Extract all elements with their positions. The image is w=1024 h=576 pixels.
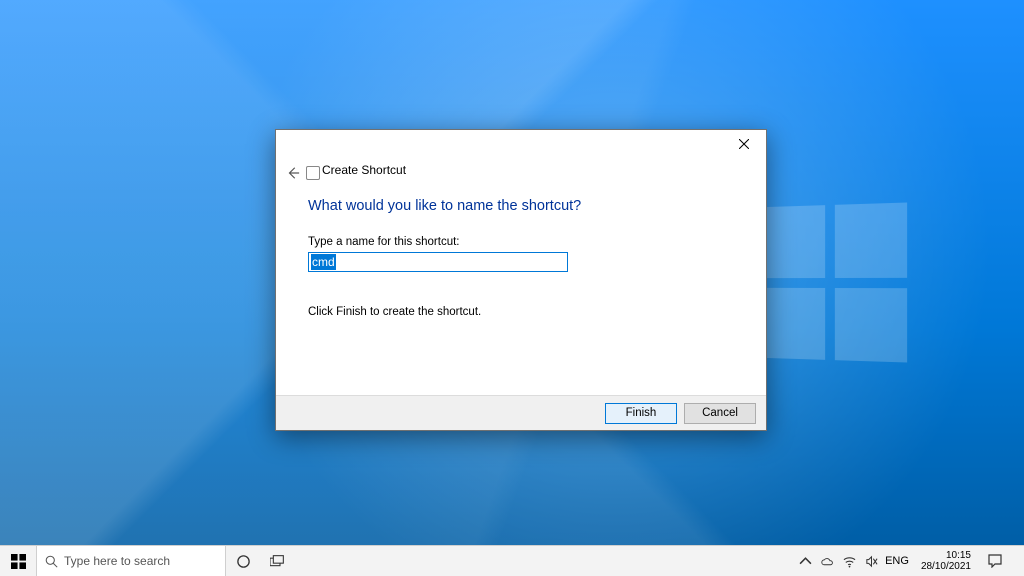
- wizard-hint: Click Finish to create the shortcut.: [308, 306, 734, 318]
- taskbar-spacer: [294, 546, 793, 576]
- dialog-titlebar: Create Shortcut: [276, 130, 766, 178]
- windows-logo-wallpaper: [757, 203, 908, 363]
- dialog-footer: Finish Cancel: [276, 395, 766, 430]
- tray-clock[interactable]: 10:15 28/10/2021: [915, 550, 977, 572]
- windows-start-icon: [11, 554, 26, 569]
- chevron-up-icon: [799, 555, 812, 568]
- close-button[interactable]: [721, 130, 766, 158]
- cloud-icon: [821, 555, 834, 568]
- dialog-body: What would you like to name the shortcut…: [276, 178, 766, 395]
- taskbar: Type here to search: [0, 545, 1024, 576]
- close-icon: [739, 139, 749, 149]
- tray-language[interactable]: ENG: [885, 555, 909, 567]
- tray-time: 10:15: [921, 550, 971, 561]
- tray-date: 28/10/2021: [921, 561, 971, 572]
- wifi-icon: [843, 555, 856, 568]
- cortana-circle-icon: [236, 554, 251, 569]
- start-button[interactable]: [0, 546, 36, 576]
- back-button[interactable]: [284, 164, 302, 182]
- cortana-button[interactable]: [226, 546, 260, 576]
- shortcut-name-label: Type a name for this shortcut:: [308, 236, 734, 248]
- taskbar-search-placeholder: Type here to search: [64, 554, 170, 568]
- action-center-button[interactable]: [983, 554, 1007, 568]
- tray-network[interactable]: [841, 553, 857, 569]
- wizard-heading: What would you like to name the shortcut…: [308, 198, 734, 214]
- shortcut-name-field-wrap: cmd: [308, 252, 570, 274]
- system-tray: ENG 10:15 28/10/2021: [793, 546, 1024, 576]
- speaker-icon: [865, 555, 878, 568]
- finish-button[interactable]: Finish: [605, 403, 677, 424]
- search-icon: [45, 555, 58, 568]
- taskbar-search[interactable]: Type here to search: [36, 546, 226, 576]
- cancel-button[interactable]: Cancel: [684, 403, 756, 424]
- shortcut-wizard-icon: [306, 166, 320, 180]
- arrow-left-icon: [286, 166, 300, 180]
- task-view-button[interactable]: [260, 546, 294, 576]
- dialog-title: Create Shortcut: [322, 163, 406, 177]
- create-shortcut-dialog: Create Shortcut What would you like to n…: [275, 129, 767, 431]
- tray-onedrive[interactable]: [819, 553, 835, 569]
- shortcut-name-input[interactable]: [308, 252, 568, 272]
- notification-icon: [988, 554, 1002, 568]
- task-view-icon: [270, 554, 285, 569]
- tray-volume[interactable]: [863, 553, 879, 569]
- tray-overflow-button[interactable]: [797, 553, 813, 569]
